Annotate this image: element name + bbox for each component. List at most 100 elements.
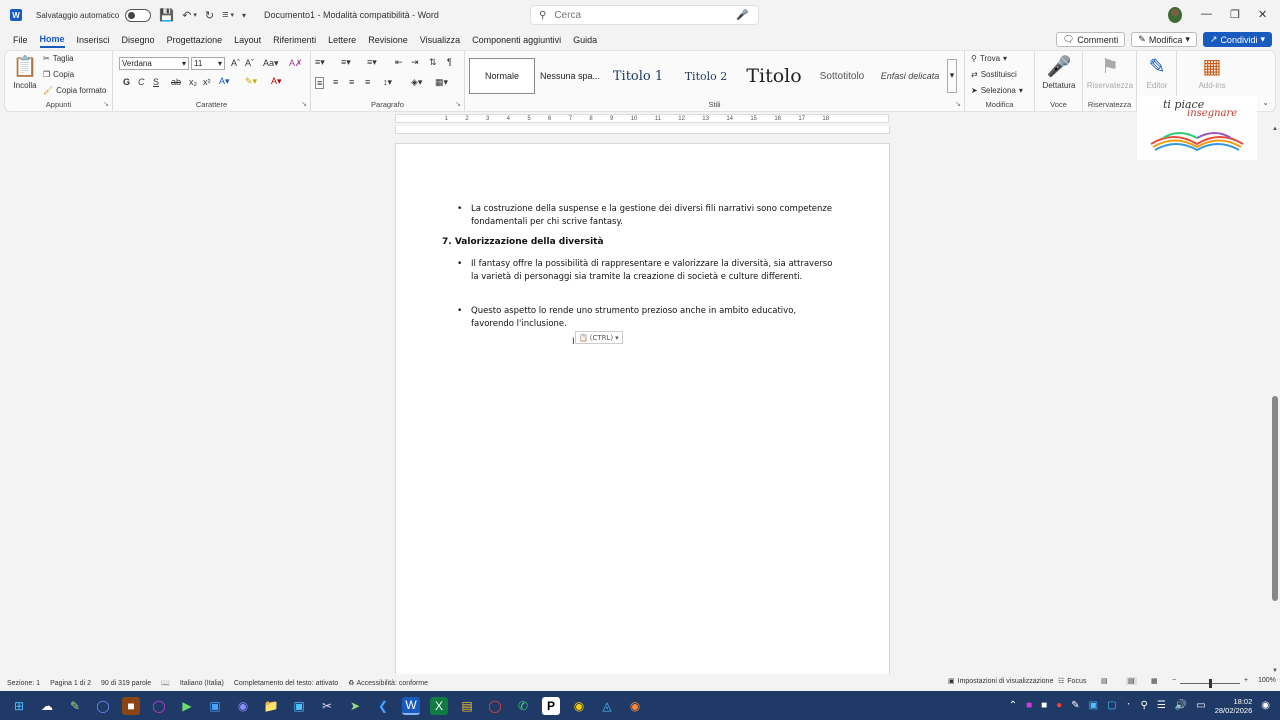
align-left-icon[interactable]: ≡	[315, 77, 325, 89]
whatsapp-icon[interactable]: ✆	[514, 697, 532, 715]
status-accessibility[interactable]: Accessibilità: conforme	[356, 680, 428, 687]
teams-icon[interactable]: ◉	[234, 697, 252, 715]
dialog-launcher-icon[interactable]: ↘	[301, 100, 307, 108]
publisher-icon[interactable]: P	[542, 696, 560, 715]
close-icon[interactable]: ✕	[1258, 8, 1267, 21]
style-normal[interactable]: Normale	[469, 58, 535, 94]
multilevel-list-icon[interactable]: ≡▾	[367, 57, 377, 68]
horizontal-ruler[interactable]: 1 2 3 4 5 6 7 8 9 10 11 12 13 14 15 16 1…	[395, 114, 889, 123]
justify-icon[interactable]: ≡	[365, 77, 370, 87]
notification-icon[interactable]: ◉	[1261, 700, 1270, 711]
volume-icon[interactable]: 🔊	[1175, 700, 1187, 711]
remote-desktop-icon[interactable]: ▣	[206, 697, 224, 715]
avatar[interactable]	[1168, 7, 1182, 23]
tab-home[interactable]: Home	[39, 32, 65, 48]
microphone-icon[interactable]: 🎤	[736, 10, 748, 21]
status-section[interactable]: Sezione: 1	[7, 680, 40, 687]
shrink-font-icon[interactable]: Aˇ	[245, 58, 254, 68]
start-icon[interactable]: ⊞	[10, 697, 28, 715]
collapse-ribbon-icon[interactable]: ⌄	[1262, 98, 1269, 107]
font-size-select[interactable]: 11 ▾	[191, 57, 225, 70]
wifi-icon[interactable]: ☰	[1157, 700, 1166, 711]
tab-help[interactable]: Guida	[573, 33, 597, 47]
firefox-icon[interactable]: ◉	[626, 697, 644, 715]
accessibility-icon[interactable]: ♻	[348, 679, 354, 687]
style-title[interactable]: Titolo	[741, 58, 807, 94]
word-taskbar-icon[interactable]: W	[402, 696, 420, 715]
shading-icon[interactable]: ◈▾	[411, 77, 422, 88]
opera-icon[interactable]: ◯	[486, 697, 504, 715]
style-subtle-emphasis[interactable]: Enfasi delicata	[877, 58, 943, 94]
zoom-in-icon[interactable]: +	[1244, 677, 1248, 684]
document-area[interactable]: La costruzione della suspense e la gesti…	[12, 126, 1270, 674]
edit-mode-button[interactable]: ✎ Modifica ▾	[1131, 32, 1197, 47]
italic-button[interactable]: C	[138, 77, 145, 87]
tray-chevron-icon[interactable]: ⌃	[1009, 700, 1017, 711]
align-right-icon[interactable]: ≡	[349, 77, 354, 87]
app-icon[interactable]: ■	[122, 696, 140, 715]
list-format-icon[interactable]: ≡	[222, 9, 228, 21]
edge-icon[interactable]: ◬	[598, 697, 616, 715]
list-item[interactable]: Il fantasy offre la possibilità di rappr…	[457, 258, 841, 283]
dialog-launcher-icon[interactable]: ↘	[455, 100, 461, 108]
tray-pen-icon[interactable]: ✎	[1071, 700, 1079, 711]
increase-indent-icon[interactable]: ⇥	[411, 57, 419, 68]
font-color-icon[interactable]: A▾	[271, 76, 282, 87]
copy-button[interactable]: ❐ Copia	[43, 70, 74, 79]
proofing-icon[interactable]: 📖	[161, 679, 170, 687]
tab-references[interactable]: Riferimenti	[273, 33, 316, 47]
paste-options-button[interactable]: 📋 (CTRL) ▾	[575, 331, 623, 344]
style-heading-1[interactable]: Titolo 1	[605, 58, 671, 94]
tray-app-icon[interactable]: ■	[1026, 700, 1032, 711]
status-text-prediction[interactable]: Completamento del testo: attivato	[234, 680, 338, 687]
scrollbar-thumb[interactable]	[1272, 396, 1278, 601]
style-heading-2[interactable]: Titolo 2	[673, 58, 739, 94]
style-subtitle[interactable]: Sottotitolo	[809, 58, 875, 94]
zoom-out-icon[interactable]: −	[1172, 677, 1176, 684]
chrome-icon[interactable]: ◉	[570, 697, 588, 715]
dictate-button[interactable]: 🎤 Dettatura	[1039, 54, 1079, 90]
format-painter-button[interactable]: 🖌 Copia formato	[43, 86, 106, 95]
dialog-launcher-icon[interactable]: ↘	[955, 100, 961, 108]
display-settings-button[interactable]: ▣ Impostazioni di visualizzazione	[948, 677, 1053, 686]
tray-record-icon[interactable]: ●	[1056, 700, 1062, 711]
redo-icon[interactable]: ↻	[205, 9, 214, 22]
grow-font-icon[interactable]: Aˆ	[231, 58, 240, 68]
clock[interactable]: 18:02 28/02/2026	[1215, 697, 1253, 715]
list-item[interactable]: Questo aspetto lo rende uno strumento pr…	[457, 305, 841, 330]
tab-review[interactable]: Revisione	[368, 33, 408, 47]
tab-insert[interactable]: Inserisci	[77, 33, 110, 47]
battery-icon[interactable]: ▭	[1196, 700, 1205, 711]
save-icon[interactable]: 💾	[159, 8, 174, 22]
terminal-icon[interactable]: ➤	[346, 697, 364, 715]
vertical-ruler[interactable]	[0, 128, 12, 673]
search-input[interactable]	[554, 9, 735, 21]
status-page[interactable]: Pagina 1 di 2	[50, 680, 91, 687]
undo-icon[interactable]: ↶	[182, 9, 191, 22]
align-center-icon[interactable]: ≡	[333, 77, 338, 87]
strikethrough-icon[interactable]: ab	[171, 77, 181, 87]
excel-icon[interactable]: X	[430, 696, 448, 715]
change-case-icon[interactable]: Aa▾	[263, 58, 279, 69]
style-no-spacing[interactable]: Nessuna spa...	[537, 58, 603, 94]
undo-dropdown-icon[interactable]: ▾	[193, 11, 197, 19]
project-icon[interactable]: ▶	[178, 697, 196, 715]
document-page[interactable]: La costruzione della suspense e la gesti…	[395, 143, 890, 674]
font-family-select[interactable]: Verdana ▾	[119, 57, 189, 70]
select-button[interactable]: ➤ Seleziona ▾	[971, 86, 1023, 95]
tab-addins[interactable]: Componenti aggiuntivi	[472, 33, 561, 47]
numbering-icon[interactable]: ≡▾	[341, 57, 351, 68]
bullets-icon[interactable]: ≡▾	[315, 57, 325, 68]
highlight-icon[interactable]: ✎▾	[245, 76, 257, 87]
onenote-app-icon[interactable]: ◯	[150, 697, 168, 715]
text-effects-icon[interactable]: A▾	[219, 76, 230, 87]
editor-button[interactable]: ✎ Editor	[1139, 54, 1175, 90]
status-language[interactable]: Italiano (Italia)	[180, 680, 224, 687]
show-formatting-icon[interactable]: ¶	[447, 57, 452, 67]
location-icon[interactable]: ⚲	[1141, 700, 1148, 711]
cut-button[interactable]: ✂ Taglia	[43, 54, 74, 63]
borders-icon[interactable]: ▦▾	[435, 77, 448, 88]
file-explorer-icon[interactable]: 📁	[262, 697, 280, 715]
tab-view[interactable]: Visualizza	[420, 33, 460, 47]
line-spacing-icon[interactable]: ↕▾	[383, 77, 392, 88]
